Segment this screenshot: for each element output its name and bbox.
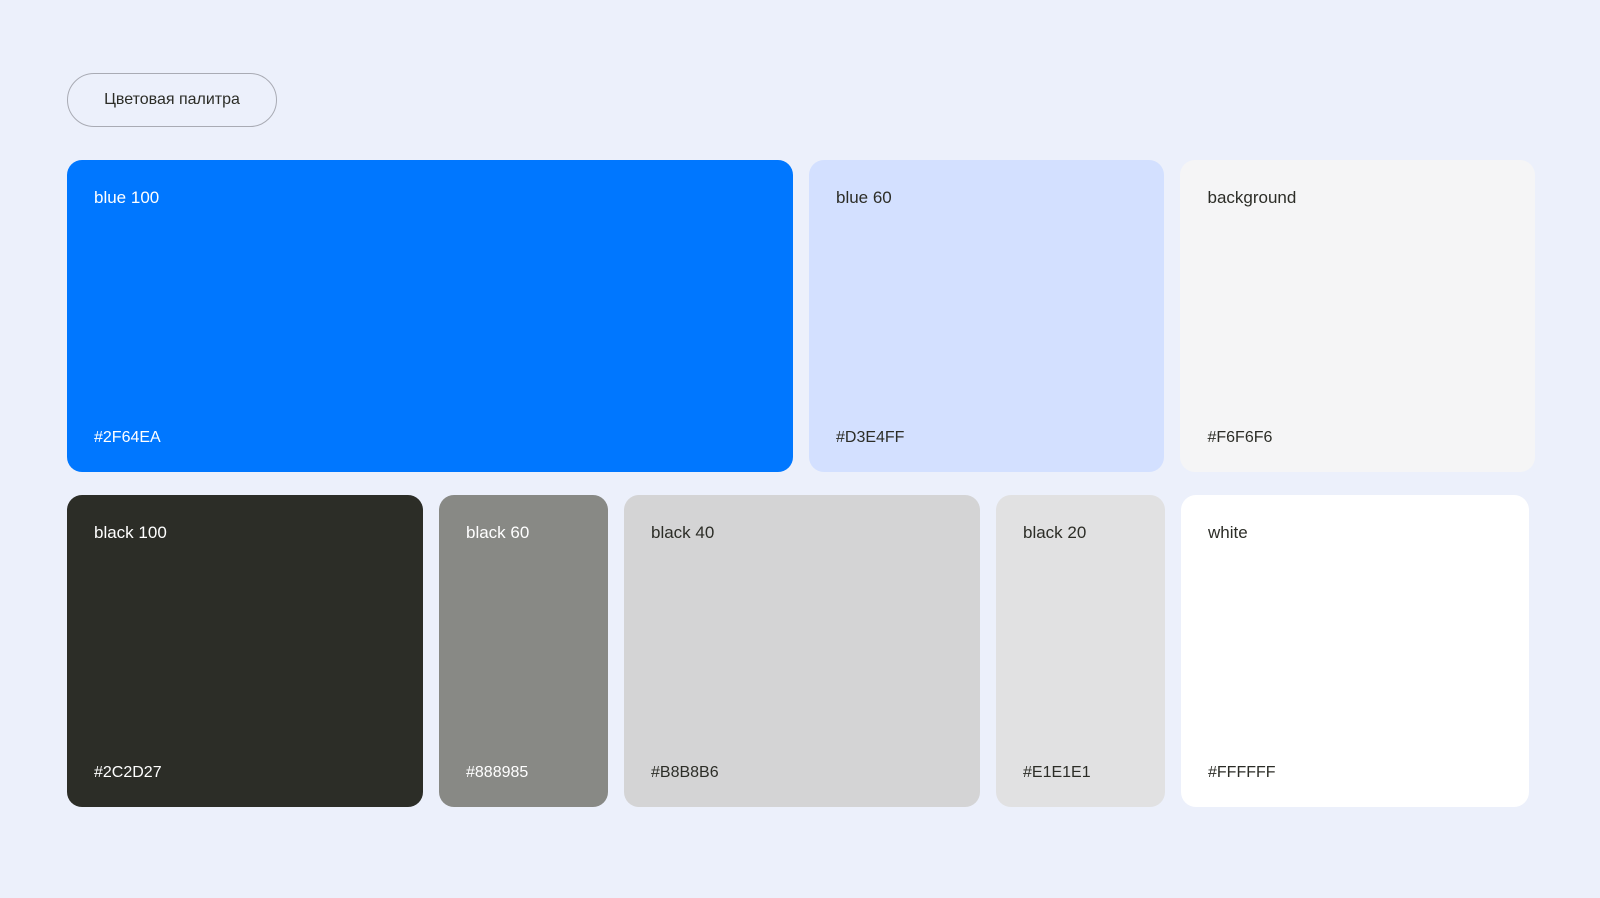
swatch-blue-100: blue 100 #2F64EA <box>67 160 793 472</box>
swatch-hex: #E1E1E1 <box>1023 764 1091 781</box>
swatch-background: background #F6F6F6 <box>1180 160 1535 472</box>
swatch-name: black 100 <box>94 523 167 542</box>
swatch-black-100: black 100 #2C2D27 <box>67 495 423 807</box>
swatch-blue-60: blue 60 #D3E4FF <box>808 160 1165 472</box>
swatch-hex: #D3E4FF <box>835 429 905 446</box>
swatch-hex: #B8B8B6 <box>651 764 719 781</box>
swatch-hex: #2C2D27 <box>94 764 162 781</box>
swatch-name: black 60 <box>466 523 530 542</box>
swatch-black-40: black 40 #B8B8B6 <box>624 495 980 807</box>
palette-title: Цветовая палитра <box>104 91 240 108</box>
swatch-name: blue 100 <box>94 188 160 207</box>
swatch-name: background <box>1207 188 1297 207</box>
swatch-black-60: black 60 #888985 <box>439 495 608 807</box>
swatch-hex: #888985 <box>466 764 529 781</box>
palette-title-badge: Цветовая палитра <box>67 73 277 127</box>
swatch-hex: #2F64EA <box>94 429 161 446</box>
swatch-name: white <box>1208 523 1248 542</box>
swatch-white: white #FFFFFF <box>1181 495 1529 807</box>
swatch-name: black 40 <box>651 523 715 542</box>
swatch-hex: #F6F6F6 <box>1207 429 1273 446</box>
color-palette: blue 100 #2F64EA blue 60 #D3E4FF backgro… <box>67 160 1535 807</box>
palette-row-primary: blue 100 #2F64EA blue 60 #D3E4FF backgro… <box>67 160 1535 472</box>
swatch-hex: #FFFFFF <box>1208 764 1276 781</box>
swatch-black-20: black 20 #E1E1E1 <box>996 495 1165 807</box>
swatch-name: blue 60 <box>835 188 892 207</box>
palette-row-neutrals: black 100 #2C2D27 black 60 #888985 black… <box>67 495 1535 807</box>
swatch-name: black 20 <box>1023 523 1087 542</box>
